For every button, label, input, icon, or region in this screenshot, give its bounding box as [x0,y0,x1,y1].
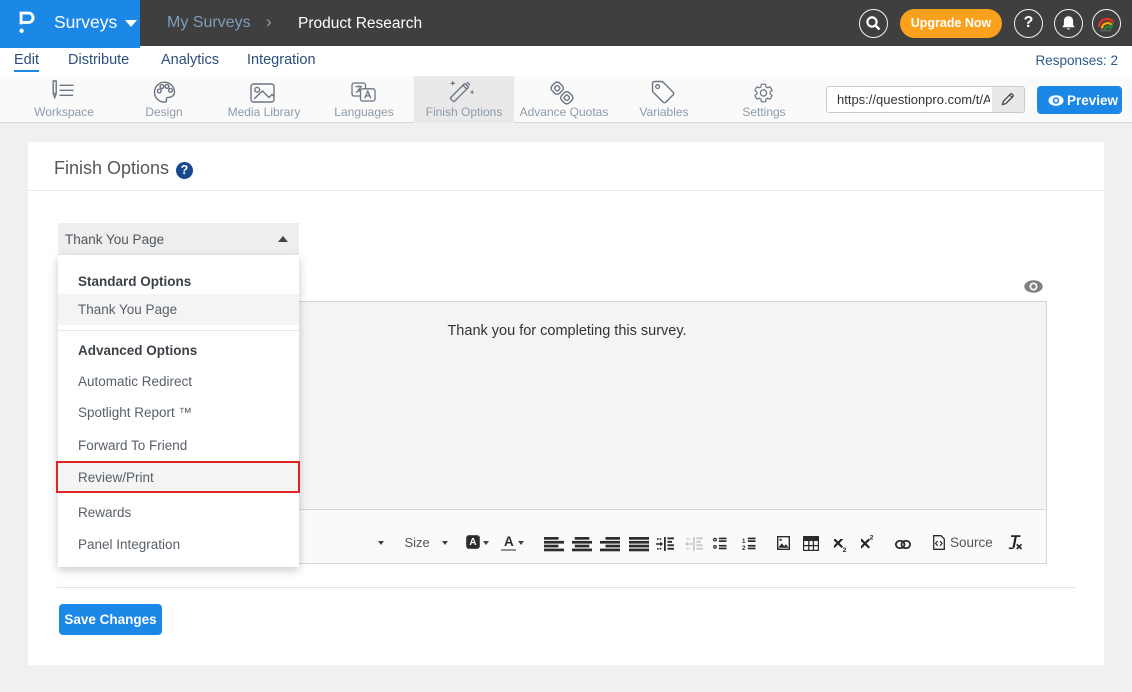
svg-text:2: 2 [842,547,846,554]
svg-text:1: 1 [742,538,746,545]
svg-text:2: 2 [869,535,873,542]
svg-text:2: 2 [742,545,746,550]
